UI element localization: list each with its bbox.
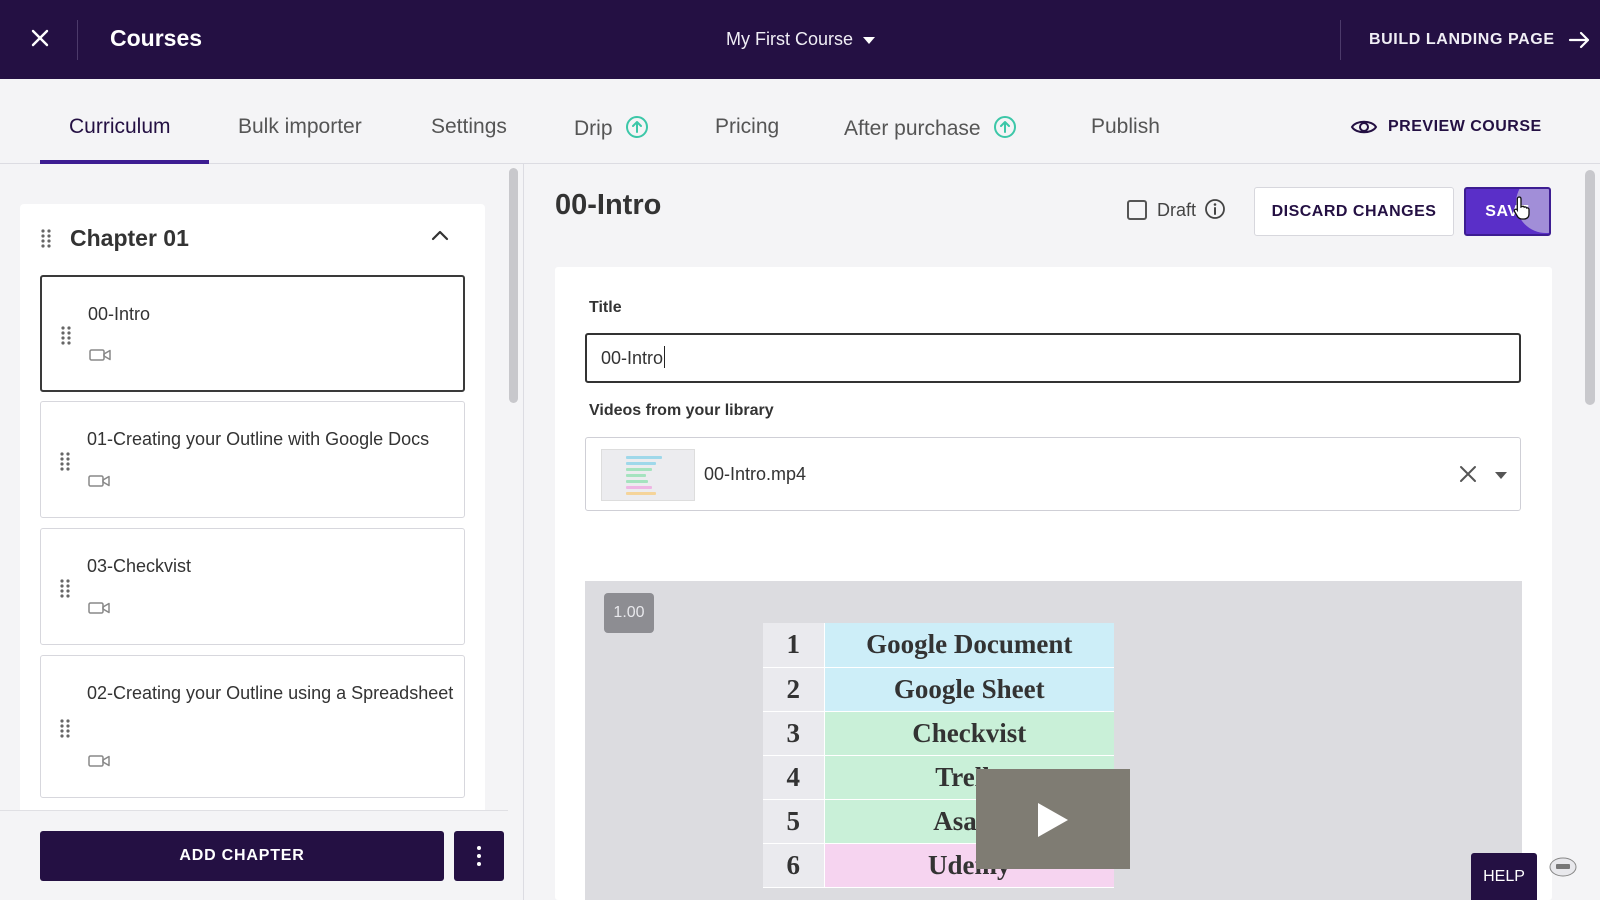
text-cursor	[664, 346, 666, 368]
curriculum-panel: Chapter 01 00-Intro 01-Creating your Out…	[0, 164, 524, 900]
play-icon	[1038, 803, 1068, 837]
title-input-value: 00-Intro	[601, 348, 664, 368]
eye-icon	[1350, 120, 1378, 134]
tab-pricing[interactable]: Pricing	[715, 115, 779, 139]
caret-down-icon	[863, 36, 876, 44]
tab-label: Drip	[574, 117, 613, 140]
lesson-form: Title 00-Intro Videos from your library …	[555, 267, 1552, 900]
tab-label: Curriculum	[69, 115, 171, 138]
drag-handle-icon[interactable]	[59, 451, 71, 471]
drag-handle-icon[interactable]	[40, 228, 52, 248]
video-file-name: 00-Intro.mp4	[704, 464, 807, 484]
row-number: 1	[763, 623, 825, 668]
title-input[interactable]: 00-Intro	[585, 333, 1521, 383]
build-landing-page-label: BUILD LANDING PAGE	[1369, 31, 1555, 49]
video-camera-icon	[88, 755, 110, 767]
row-number: 2	[763, 667, 825, 712]
drag-handle-icon[interactable]	[59, 718, 71, 738]
lesson-title: 01-Creating your Outline with Google Doc…	[87, 429, 430, 449]
divider	[1340, 20, 1341, 60]
preview-course-label: PREVIEW COURSE	[1388, 118, 1542, 136]
chevron-up-icon[interactable]	[430, 228, 450, 242]
divider	[77, 20, 78, 60]
curriculum-actions: ADD CHAPTER	[0, 810, 508, 900]
lesson-item[interactable]: 01-Creating your Outline with Google Doc…	[40, 401, 465, 518]
video-camera-icon	[89, 349, 111, 361]
row-number: 6	[763, 843, 825, 888]
tab-settings[interactable]: Settings	[431, 115, 507, 139]
save-button[interactable]: SAVE	[1464, 187, 1551, 236]
tab-bar: Curriculum Bulk importer Settings Drip P…	[0, 79, 1600, 164]
build-landing-page-button[interactable]: BUILD LANDING PAGE	[1369, 30, 1592, 50]
tab-label: Bulk importer	[238, 115, 362, 138]
video-library-select[interactable]: 00-Intro.mp4	[585, 437, 1521, 511]
play-button[interactable]	[976, 769, 1130, 869]
lesson-item[interactable]: 02-Creating your Outline using a Spreads…	[40, 655, 465, 798]
scrollbar[interactable]	[1585, 170, 1595, 405]
video-thumbnail	[601, 449, 695, 501]
lesson-editor: 00-Intro Draft DISCARD CHANGES SAVE Titl…	[524, 164, 1600, 900]
course-selector[interactable]: My First Course	[726, 29, 876, 50]
tab-drip[interactable]: Drip	[574, 115, 649, 145]
chapter-card: Chapter 01 00-Intro 01-Creating your Out…	[20, 204, 485, 814]
lesson-heading: 00-Intro	[555, 189, 662, 221]
caret-down-icon[interactable]	[1495, 472, 1507, 479]
tab-label: Pricing	[715, 115, 780, 138]
lesson-title: 00-Intro	[88, 304, 151, 324]
video-table-row: 1 Google Document	[763, 623, 1114, 668]
draft-checkbox[interactable]	[1127, 200, 1147, 220]
preview-course-button[interactable]: PREVIEW COURSE	[1350, 117, 1542, 137]
videos-label: Videos from your library	[589, 402, 774, 419]
chapter-title: Chapter 01	[70, 225, 189, 251]
mouse-pointer-icon	[1513, 196, 1530, 220]
video-camera-icon	[88, 475, 110, 487]
page-title: Courses	[110, 25, 203, 51]
upgrade-icon	[993, 115, 1017, 145]
video-table-row: 2 Google Sheet	[763, 667, 1114, 712]
row-name: Google Document	[824, 623, 1114, 668]
clear-icon[interactable]	[1458, 464, 1478, 484]
tab-label: After purchase	[844, 117, 981, 140]
draft-toggle[interactable]: Draft	[1127, 198, 1226, 221]
lesson-item[interactable]: 03-Checkvist	[40, 528, 465, 645]
upgrade-icon	[625, 115, 649, 145]
row-number: 3	[763, 711, 825, 756]
row-number: 4	[763, 755, 825, 800]
tab-label: Settings	[431, 115, 507, 138]
draft-label: Draft	[1157, 200, 1197, 220]
tab-bulk-importer[interactable]: Bulk importer	[238, 115, 362, 139]
scrollbar[interactable]	[509, 168, 518, 403]
video-camera-icon	[88, 602, 110, 614]
tab-label: Publish	[1091, 115, 1160, 138]
tab-after-purchase[interactable]: After purchase	[844, 115, 1017, 145]
add-chapter-button[interactable]: ADD CHAPTER	[40, 831, 444, 881]
tab-curriculum[interactable]: Curriculum	[69, 115, 171, 139]
title-label: Title	[589, 299, 622, 316]
info-icon[interactable]	[1204, 198, 1226, 220]
video-player[interactable]: 1.00 1 Google Document 2 Google Sheet 3 Check…	[585, 581, 1522, 900]
more-options-icon[interactable]	[454, 831, 504, 881]
course-name: My First Course	[726, 29, 854, 49]
drag-handle-icon[interactable]	[59, 578, 71, 598]
help-button[interactable]: HELP	[1471, 853, 1537, 900]
top-bar: Courses My First Course BUILD LANDING PA…	[0, 0, 1600, 79]
row-name: Google Sheet	[824, 667, 1114, 712]
lesson-title: 03-Checkvist	[87, 556, 192, 576]
tab-publish[interactable]: Publish	[1091, 115, 1160, 139]
row-number: 5	[763, 799, 825, 844]
lesson-title: 02-Creating your Outline using a Spreads…	[87, 683, 454, 703]
drag-handle-icon[interactable]	[60, 325, 72, 345]
video-table-row: 3 Checkvist	[763, 711, 1114, 756]
close-icon[interactable]	[26, 24, 54, 52]
discard-changes-button[interactable]: DISCARD CHANGES	[1254, 187, 1454, 236]
playback-speed-button[interactable]: 1.00	[604, 593, 654, 633]
row-name: Checkvist	[824, 711, 1114, 756]
arrow-right-icon	[1568, 31, 1589, 49]
lesson-item[interactable]: 00-Intro	[40, 275, 465, 392]
subscribe-badge-icon	[1549, 857, 1577, 877]
